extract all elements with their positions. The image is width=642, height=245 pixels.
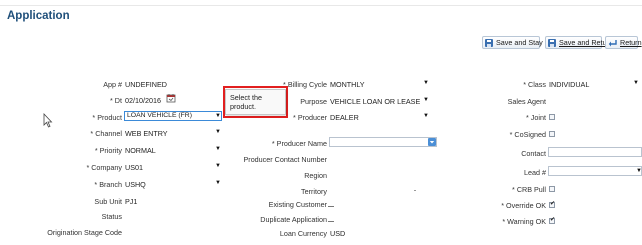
branch-select[interactable]: USHQ (125, 180, 146, 189)
producer-label: * Producer (293, 113, 327, 122)
crb-pull-checkbox[interactable] (549, 186, 555, 192)
override-ok-label: * Override OK (501, 201, 546, 210)
contact-label: Contact (521, 149, 546, 158)
warning-ok-label: * Warning OK (502, 217, 546, 226)
purpose-label: Purpose (300, 97, 327, 106)
billing-cycle-select[interactable]: MONTHLY (330, 80, 365, 89)
territory-label: Territory (301, 187, 327, 196)
company-label: * Company (86, 163, 122, 172)
status-label: Status (101, 212, 122, 221)
calendar-icon[interactable] (166, 93, 176, 103)
save-and-stay-button[interactable]: Save and Stay (482, 36, 543, 49)
chevron-down-icon[interactable]: ▼ (423, 113, 429, 119)
chevron-down-icon[interactable]: ▼ (215, 113, 221, 119)
product-label: * Product (92, 113, 122, 122)
date-label: * Dt (110, 96, 122, 105)
cosigned-label: * CoSigned (509, 130, 546, 139)
sub-unit-value: PJ1 (125, 197, 138, 206)
chevron-down-icon[interactable]: ▼ (215, 180, 221, 186)
billing-cycle-label: * Billing Cycle (283, 80, 327, 89)
lead-select[interactable] (548, 166, 642, 176)
region-label: Region (304, 171, 327, 180)
branch-label: * Branch (94, 180, 122, 189)
chevron-down-icon[interactable]: ▼ (636, 168, 642, 174)
crb-pull-label: * CRB Pull (512, 185, 546, 194)
producer-name-label: * Producer Name (271, 139, 327, 148)
priority-label: * Priority (94, 146, 122, 155)
mouse-cursor-icon (43, 113, 53, 128)
duplicate-application-value (328, 221, 334, 222)
return-arrow-icon (608, 39, 617, 46)
return-label: Return (620, 38, 642, 47)
purpose-select[interactable]: VEHICLE LOAN OR LEASE (330, 97, 420, 106)
chevron-down-icon[interactable]: ▼ (423, 80, 429, 86)
loan-currency-value: USD (330, 229, 346, 238)
existing-customer-label: Existing Customer (268, 200, 327, 209)
sales-agent-label: Sales Agent (507, 97, 546, 106)
product-select[interactable]: LOAN VEHICLE (FR) (124, 111, 222, 121)
company-select[interactable]: US01 (125, 163, 143, 172)
duplicate-application-label: Duplicate Application (260, 215, 327, 224)
chevron-down-icon[interactable]: ▼ (423, 97, 429, 103)
save-icon (485, 38, 493, 47)
dropdown-button-icon[interactable] (428, 138, 436, 146)
producer-name-select[interactable] (329, 137, 437, 147)
joint-label: * Joint (526, 113, 546, 122)
origination-stage-code-label: Origination Stage Code (47, 228, 122, 237)
chevron-down-icon[interactable]: ▼ (215, 146, 221, 152)
class-select[interactable]: INDIVIDUAL (549, 80, 589, 89)
app-number-value: UNDEFINED (125, 80, 167, 89)
channel-select[interactable]: WEB ENTRY (125, 129, 168, 138)
override-ok-checkbox[interactable] (549, 202, 555, 208)
return-button[interactable]: Return (605, 36, 642, 49)
loan-currency-label: Loan Currency (279, 229, 327, 238)
producer-contact-label: Producer Contact Number (243, 155, 328, 164)
app-number-label: App # (103, 80, 122, 89)
chevron-down-icon[interactable]: ▼ (633, 80, 639, 86)
save-icon (548, 38, 556, 47)
existing-customer-value (328, 206, 334, 207)
warning-ok-checkbox[interactable] (549, 218, 555, 224)
product-select-value: LOAN VEHICLE (FR) (127, 112, 192, 119)
contact-field[interactable] (548, 147, 642, 157)
cosigned-checkbox[interactable] (549, 131, 555, 137)
save-and-return-button[interactable]: Save and Return (545, 36, 613, 49)
top-divider (0, 5, 642, 6)
producer-select[interactable]: DEALER (330, 113, 359, 122)
date-value[interactable]: 02/10/2016 (125, 96, 161, 105)
channel-label: * Channel (90, 129, 122, 138)
joint-checkbox[interactable] (549, 114, 555, 120)
priority-select[interactable]: NORMAL (125, 146, 156, 155)
page-title: Application (7, 10, 70, 22)
class-label: * Class (523, 80, 546, 89)
sub-unit-label: Sub Unit (94, 197, 122, 206)
save-and-stay-label: Save and Stay (496, 38, 543, 47)
lead-label: Lead # (524, 168, 546, 177)
chevron-down-icon[interactable]: ▼ (215, 129, 221, 135)
separator-dot (414, 190, 416, 191)
